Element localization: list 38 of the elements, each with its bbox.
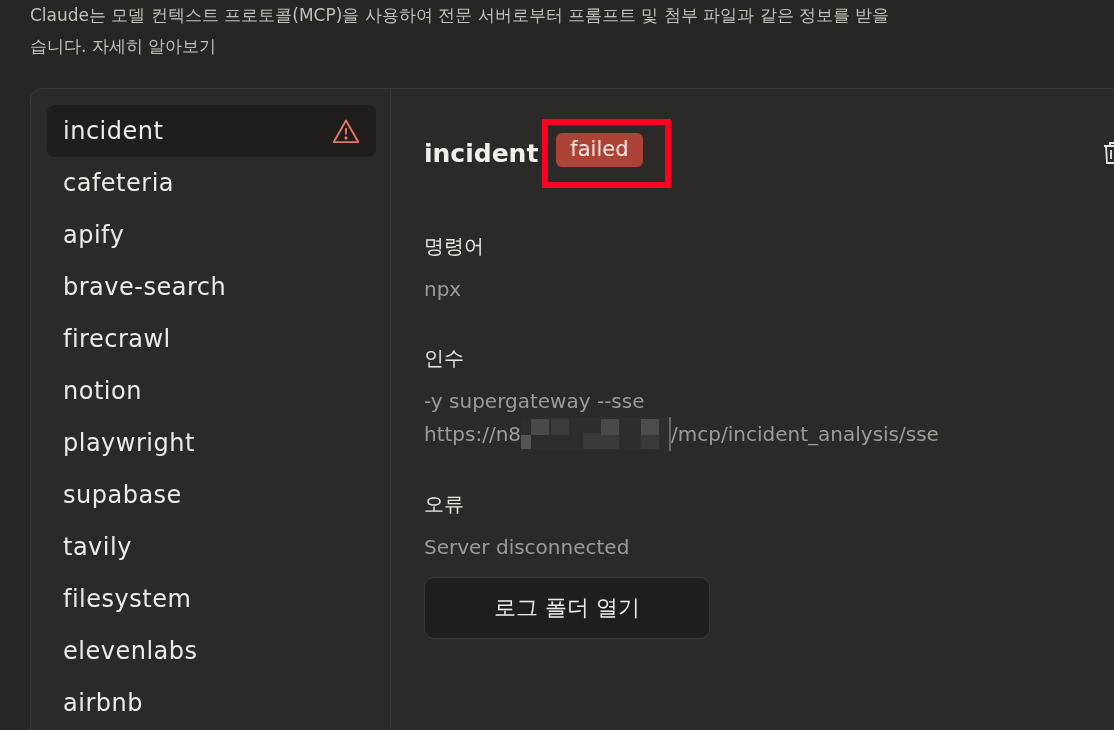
error-label: 오류	[424, 491, 465, 518]
learn-more-link[interactable]: 자세히 알아보기	[91, 36, 217, 56]
server-name: supabase	[63, 481, 182, 509]
server-item[interactable]: elevenlabs	[47, 625, 376, 677]
server-title: incident	[424, 138, 539, 168]
server-name: notion	[63, 377, 142, 405]
server-name: cafeteria	[63, 169, 175, 197]
server-item[interactable]: notion	[47, 365, 376, 417]
server-item[interactable]: brave-search	[47, 261, 376, 313]
warning-icon	[332, 118, 360, 144]
server-item[interactable]: firecrawl	[47, 313, 376, 365]
server-name: filesystem	[63, 585, 192, 613]
intro-text: Claude는 모델 컨텍스트 프로토콜(MCP)을 사용하여 전문 서버로부터 프롬프트 및 첨부 파일과 같은 정보를 받을 습니다. 자세히 알아보기	[30, 4, 891, 58]
server-item[interactable]: playwright	[47, 417, 376, 469]
server-name: airbnb	[63, 689, 143, 717]
server-name: firecrawl	[63, 325, 171, 353]
url-end: /mcp/incident_analysis/sse	[671, 420, 939, 448]
open-log-folder-button[interactable]: 로그 폴더 열기	[424, 577, 710, 639]
server-name: incident	[63, 117, 164, 145]
server-item[interactable]: filesystem	[47, 573, 376, 625]
url-start: https://n8	[424, 420, 522, 448]
server-name: apify	[63, 221, 125, 249]
server-name: tavily	[63, 533, 132, 561]
server-item[interactable]: supabase	[47, 469, 376, 521]
status-badge: failed	[556, 132, 643, 167]
server-item[interactable]: incident	[47, 105, 376, 157]
command-value: npx	[424, 276, 463, 303]
command-label: 명령어	[424, 233, 485, 260]
server-name: brave-search	[63, 273, 227, 301]
args-value: -y supergateway --sse	[424, 388, 646, 415]
server-item[interactable]: tavily	[47, 521, 376, 573]
server-name: playwright	[63, 429, 195, 457]
server-item[interactable]: airbnb	[47, 677, 376, 729]
server-item[interactable]: apify	[47, 209, 376, 261]
server-item[interactable]: cafeteria	[47, 157, 376, 209]
args-label: 인수	[424, 345, 465, 372]
error-value: Server disconnected	[424, 534, 631, 561]
server-name: elevenlabs	[63, 637, 198, 665]
